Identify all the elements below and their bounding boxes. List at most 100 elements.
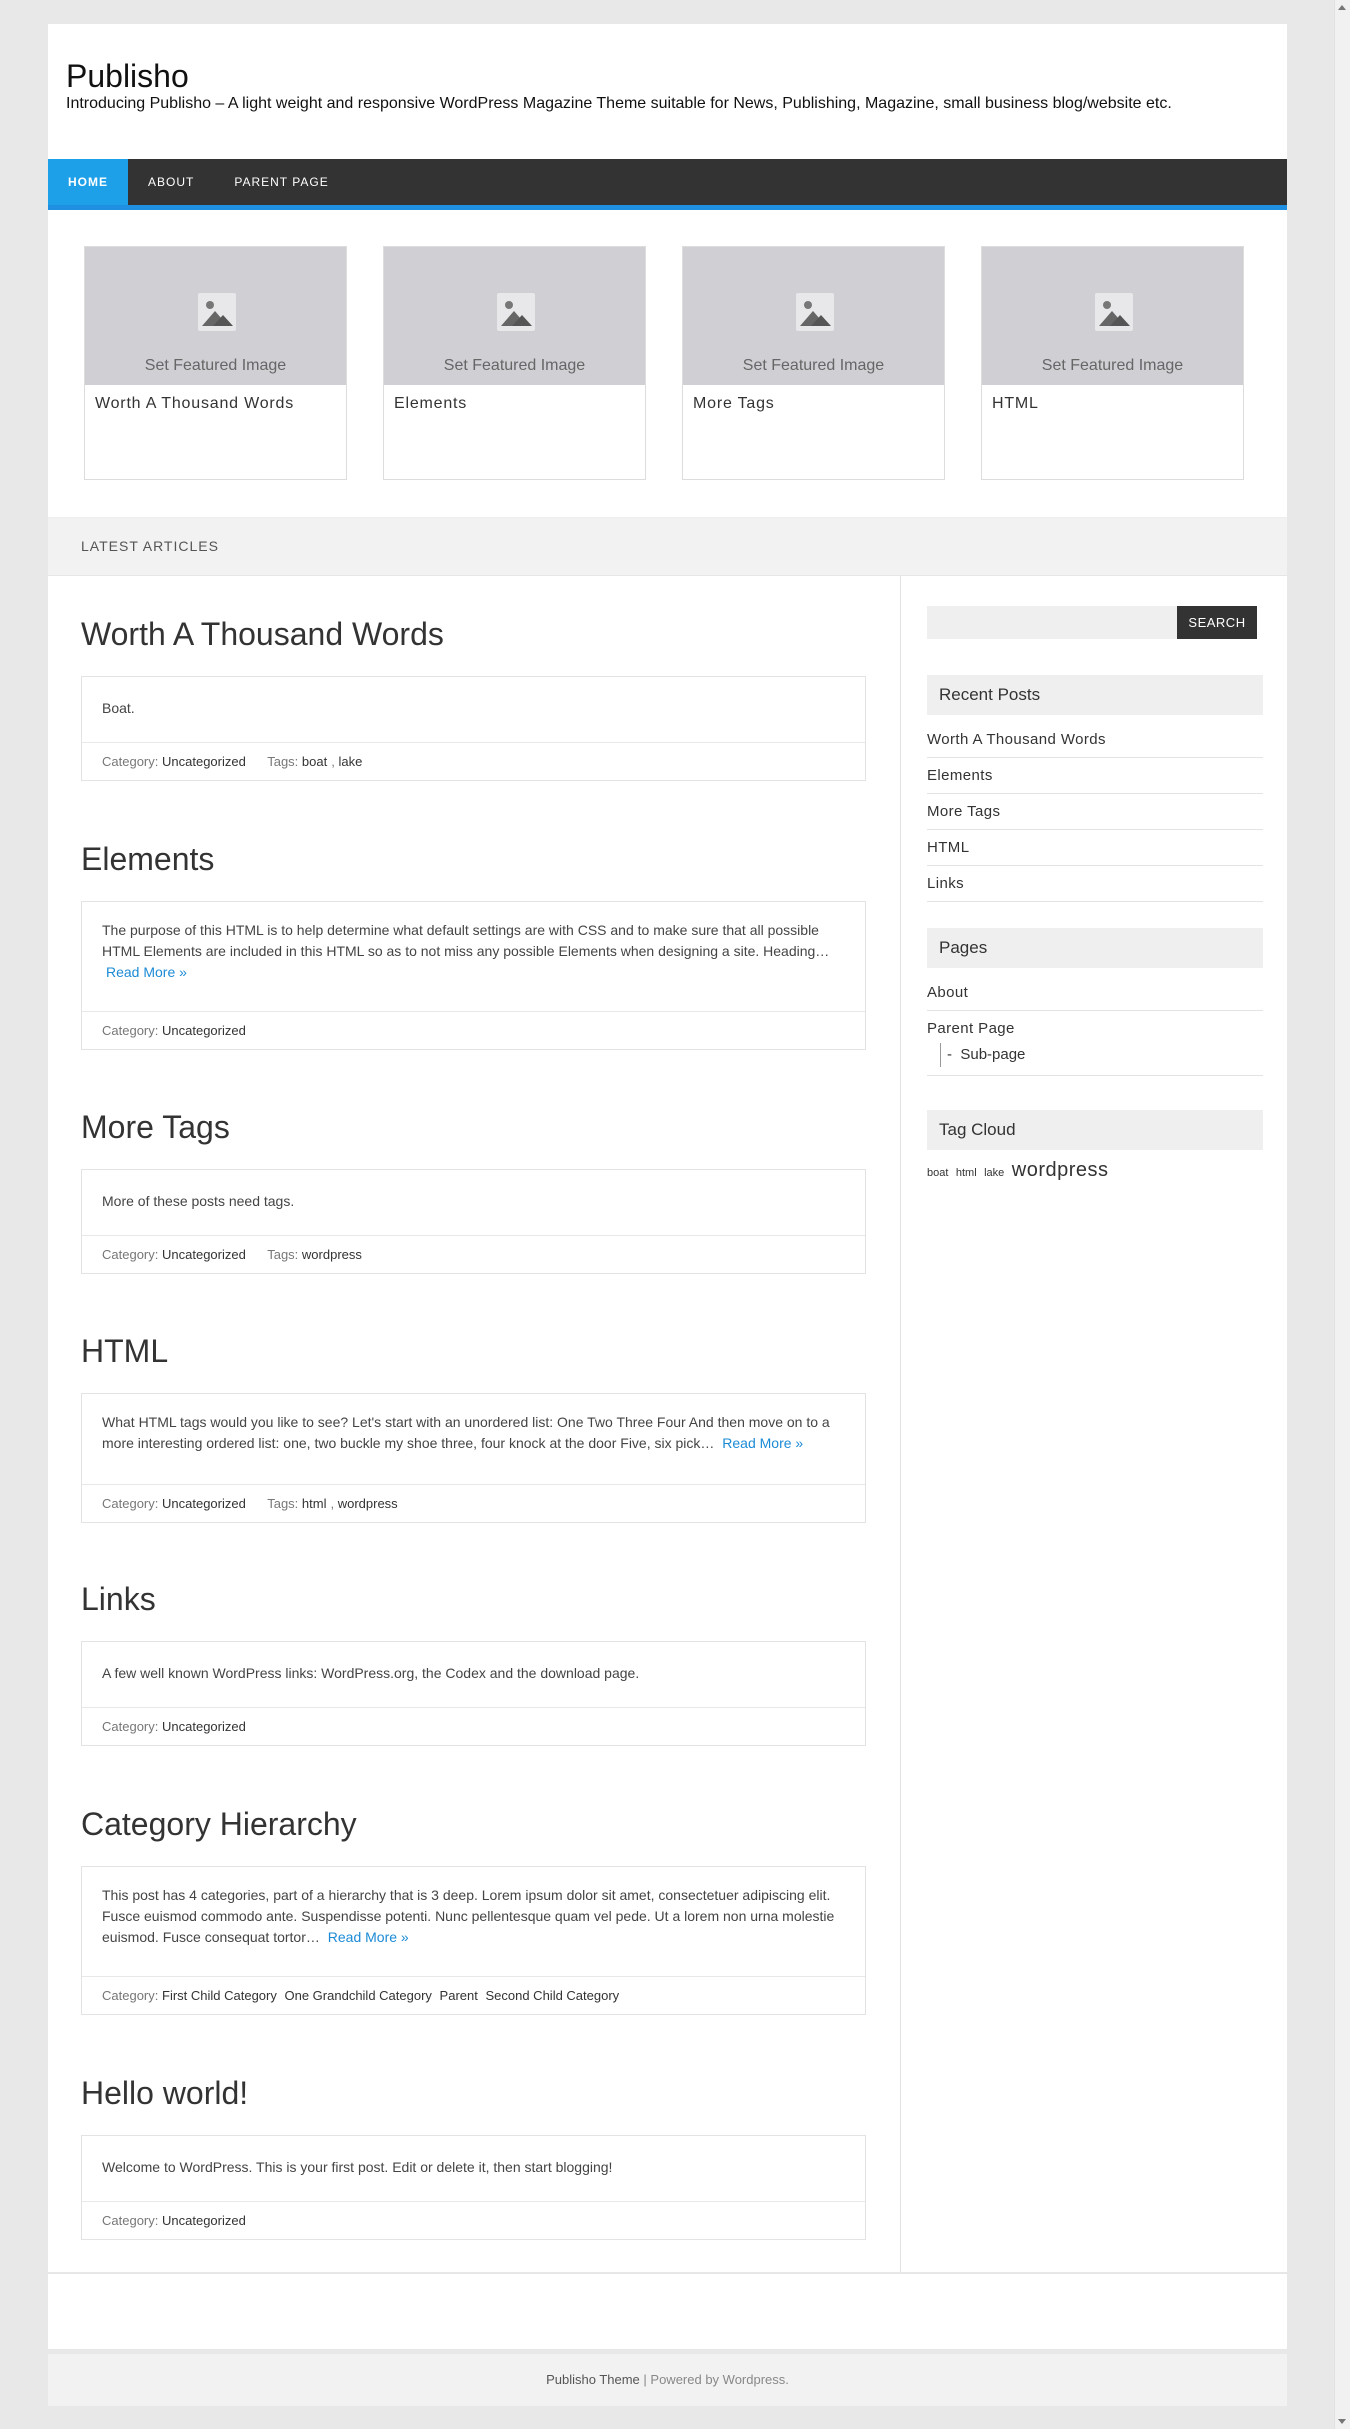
tag-cloud-link[interactable]: lake [984, 1167, 1004, 1179]
latest-articles-bar: LATEST ARTICLES [48, 517, 1287, 576]
footer-powered-link[interactable]: Powered by Wordpress. [650, 2372, 789, 2387]
post-title[interactable]: Worth A Thousand Words [81, 616, 866, 653]
tag-link[interactable]: html [302, 1496, 327, 1511]
featured-image-placeholder[interactable]: Set Featured Image [85, 247, 346, 385]
featured-card[interactable]: Set Featured Image Elements [383, 246, 646, 480]
tag-link[interactable]: wordpress [338, 1496, 398, 1511]
scroll-up-arrow-icon[interactable] [1338, 5, 1346, 10]
post-excerpt: More of these posts need tags. [102, 1193, 295, 1209]
category-link[interactable]: Uncategorized [162, 1023, 246, 1038]
category-link[interactable]: Uncategorized [162, 1719, 246, 1734]
scroll-down-arrow-icon[interactable] [1338, 2419, 1346, 2424]
post-excerpt: What HTML tags would you like to see? Le… [102, 1414, 830, 1451]
category-link[interactable]: Uncategorized [162, 1247, 246, 1262]
post-meta: Category: Uncategorized [82, 2201, 865, 2239]
nav-item-home[interactable]: HOME [48, 159, 128, 205]
read-more-link[interactable]: Read More » [106, 964, 187, 980]
page-link-sub-page[interactable]: - Sub-page [940, 1043, 1263, 1067]
post-meta: Category: Uncategorized [82, 1011, 865, 1049]
page-link-about[interactable]: About [927, 975, 1263, 1011]
image-placeholder-icon [796, 293, 834, 331]
nav-item-about[interactable]: ABOUT [128, 159, 214, 205]
search-button[interactable]: SEARCH [1177, 606, 1257, 639]
tag-cloud-link[interactable]: boat [927, 1167, 948, 1179]
post: Category Hierarchy This post has 4 categ… [81, 1806, 866, 2016]
featured-card-title[interactable]: Elements [394, 395, 635, 413]
tag-cloud-link[interactable]: html [956, 1167, 977, 1179]
tag-link[interactable]: wordpress [302, 1247, 362, 1262]
post-title[interactable]: More Tags [81, 1109, 866, 1146]
post-title[interactable]: Elements [81, 841, 866, 878]
nav-item-parent-page[interactable]: PARENT PAGE [214, 159, 348, 205]
placeholder-text: Set Featured Image [1041, 357, 1184, 374]
recent-post-link[interactable]: Worth A Thousand Words [927, 722, 1263, 758]
search-form: SEARCH [927, 606, 1263, 639]
post: More Tags More of these posts need tags.… [81, 1109, 866, 1285]
footer-theme-link[interactable]: Publisho Theme [546, 2372, 640, 2387]
featured-image-placeholder[interactable]: Set Featured Image [683, 247, 944, 385]
featured-card-title[interactable]: Worth A Thousand Words [95, 395, 336, 413]
post-excerpt: A few well known WordPress links: WordPr… [102, 1665, 640, 1681]
site-title[interactable]: Publisho [66, 58, 189, 95]
featured-card[interactable]: Set Featured Image HTML [981, 246, 1244, 480]
post-box: A few well known WordPress links: WordPr… [81, 1641, 866, 1746]
post: Links A few well known WordPress links: … [81, 1581, 866, 1757]
post-box: What HTML tags would you like to see? Le… [81, 1393, 866, 1523]
post-title[interactable]: Hello world! [81, 2075, 866, 2112]
site-footer: Publisho Theme | Powered by Wordpress. [48, 2354, 1287, 2406]
post-box: Welcome to WordPress. This is your first… [81, 2135, 866, 2240]
category-link[interactable]: One Grandchild Category [285, 1988, 432, 2003]
post-meta: Category: Uncategorized Tags: boat, lake [82, 742, 865, 780]
page-container: Publisho Introducing Publisho – A light … [48, 24, 1287, 2272]
placeholder-text: Set Featured Image [742, 357, 885, 374]
category-link[interactable]: First Child Category [162, 1988, 277, 2003]
featured-image-placeholder[interactable]: Set Featured Image [982, 247, 1243, 385]
post-box: The purpose of this HTML is to help dete… [81, 901, 866, 1050]
post-meta: Category: Uncategorized Tags: wordpress [82, 1235, 865, 1273]
post-excerpt: Welcome to WordPress. This is your first… [102, 2159, 613, 2175]
category-link[interactable]: Uncategorized [162, 2213, 246, 2228]
featured-card-title[interactable]: More Tags [693, 395, 934, 413]
post-title[interactable]: Links [81, 1581, 866, 1618]
post: HTML What HTML tags would you like to se… [81, 1333, 866, 1533]
category-link[interactable]: Parent [440, 1988, 478, 2003]
recent-post-link[interactable]: Links [927, 866, 1263, 902]
placeholder-text: Set Featured Image [144, 357, 287, 374]
vertical-scrollbar[interactable] [1334, 0, 1350, 2429]
post-meta: Category: First Child Category One Grand… [82, 1976, 865, 2014]
post-title[interactable]: Category Hierarchy [81, 1806, 866, 1843]
post-list: Worth A Thousand Words Boat. Category: U… [48, 576, 901, 2272]
recent-post-link[interactable]: Elements [927, 758, 1263, 794]
category-link[interactable]: Second Child Category [485, 1988, 619, 2003]
content-area: Worth A Thousand Words Boat. Category: U… [48, 576, 1287, 2272]
post: Elements The purpose of this HTML is to … [81, 841, 866, 1050]
post-excerpt: This post has 4 categories, part of a hi… [102, 1887, 835, 1945]
latest-articles-label: LATEST ARTICLES [81, 538, 219, 554]
category-link[interactable]: Uncategorized [162, 754, 246, 769]
recent-post-link[interactable]: More Tags [927, 794, 1263, 830]
search-input[interactable] [927, 606, 1177, 639]
post-excerpt: The purpose of this HTML is to help dete… [102, 922, 830, 980]
featured-card[interactable]: Set Featured Image Worth A Thousand Word… [84, 246, 347, 480]
tag-cloud: boat html lake wordpress [927, 1159, 1263, 1182]
post: Worth A Thousand Words Boat. Category: U… [81, 616, 866, 792]
read-more-link[interactable]: Read More » [328, 1929, 409, 1945]
featured-image-placeholder[interactable]: Set Featured Image [384, 247, 645, 385]
image-placeholder-icon [497, 293, 535, 331]
tag-cloud-link[interactable]: wordpress [1012, 1159, 1109, 1181]
featured-posts: Set Featured Image Worth A Thousand Word… [48, 210, 1287, 517]
post-box: Boat. Category: Uncategorized Tags: boat… [81, 676, 866, 781]
main-navigation: HOME ABOUT PARENT PAGE [48, 159, 1287, 210]
featured-card[interactable]: Set Featured Image More Tags [682, 246, 945, 480]
recent-posts-title: Recent Posts [927, 675, 1263, 715]
tag-link[interactable]: boat [302, 754, 327, 769]
featured-card-title[interactable]: HTML [992, 395, 1233, 413]
post: Hello world! Welcome to WordPress. This … [81, 2075, 866, 2251]
tag-cloud-title: Tag Cloud [927, 1110, 1263, 1150]
recent-post-link[interactable]: HTML [927, 830, 1263, 866]
category-link[interactable]: Uncategorized [162, 1496, 246, 1511]
read-more-link[interactable]: Read More » [722, 1435, 803, 1451]
tag-link[interactable]: lake [338, 754, 362, 769]
post-title[interactable]: HTML [81, 1333, 866, 1370]
post-meta: Category: Uncategorized Tags: html, word… [82, 1484, 865, 1522]
